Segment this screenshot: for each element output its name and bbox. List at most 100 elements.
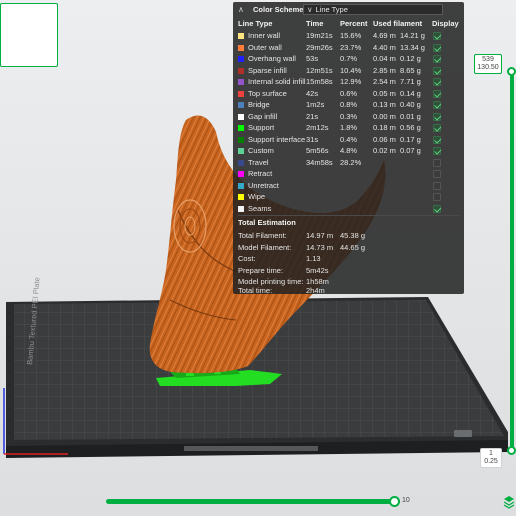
display-checkbox[interactable]: [433, 66, 441, 75]
line-type-time: 31s: [306, 134, 319, 144]
header-time: Time: [306, 19, 324, 28]
line-type-filament: [373, 168, 377, 180]
line-type-name: Internal solid infill: [248, 77, 306, 86]
line-type-filament: 0.00 m 0.01 g: [373, 111, 421, 123]
filament-weight: 0.12 g: [399, 54, 421, 63]
legend-row: Custom 5m56s 4.8% 0.02 m 0.07 g: [233, 145, 464, 157]
line-type-percent: 10.4%: [340, 65, 362, 75]
filament-weight: 13.34 g: [399, 42, 425, 52]
line-type-name: Outer wall: [248, 42, 282, 52]
move-slider[interactable]: [106, 499, 394, 504]
display-checkbox[interactable]: [433, 193, 441, 201]
display-checkbox[interactable]: [433, 89, 441, 98]
color-swatch: [238, 79, 244, 85]
bottom-layer-readout: 1 0.25: [480, 448, 502, 468]
line-type-percent: 0.7%: [340, 54, 358, 63]
legend-row: Inner wall 19m21s 15.6% 4.69 m 14.21 g: [233, 30, 464, 42]
display-checkbox[interactable]: [433, 78, 441, 86]
display-checkbox[interactable]: [433, 135, 441, 144]
display-checkbox[interactable]: [433, 204, 441, 213]
filament-length: 0.00 m: [373, 111, 396, 121]
line-type-filament: 0.13 m 0.40 g: [373, 99, 421, 111]
collapse-icon[interactable]: ∧: [238, 2, 244, 17]
prepare-time-label: Prepare time:: [238, 265, 284, 275]
display-checkbox[interactable]: [433, 124, 441, 132]
display-checkbox[interactable]: [433, 101, 441, 109]
legend-divider: [238, 215, 459, 216]
line-type-time: 5m56s: [306, 146, 329, 155]
bottom-layer-number: 1: [489, 450, 493, 457]
line-type-percent: 15.6%: [340, 31, 362, 40]
color-swatch: [238, 182, 244, 189]
layer-slider-top-handle[interactable]: [507, 67, 516, 76]
legend-row: Internal solid infill 15m58s 12.9% 2.54 m 7.…: [233, 76, 464, 88]
filament-weight: 7.71 g: [399, 77, 421, 86]
color-swatch: [238, 56, 244, 62]
legend-row: Wipe: [233, 191, 464, 203]
layer-range-slider[interactable]: [510, 70, 514, 450]
display-checkbox[interactable]: [433, 112, 441, 121]
display-checkbox[interactable]: [433, 181, 441, 190]
line-type-name: Bridge: [248, 100, 270, 109]
bottom-layer-height: 0.25: [484, 458, 498, 465]
filament-length: 0.04 m: [373, 54, 396, 63]
total-filament-label: Total Filament:: [238, 231, 287, 240]
legend-row: Seams: [233, 203, 464, 215]
line-type-time: 1m2s: [306, 100, 325, 109]
color-swatch: [238, 205, 244, 212]
filament-length: 0.02 m: [373, 146, 396, 155]
filament-weight: 0.01 g: [399, 111, 421, 121]
model-filament-length: 14.73 m: [306, 242, 334, 252]
top-layer-readout: 539 130.50: [474, 54, 502, 74]
filament-weight: 0.56 g: [399, 123, 421, 132]
line-type-filament: 0.06 m 0.17 g: [373, 134, 421, 146]
filament-weight: 0.40 g: [399, 100, 421, 109]
color-scheme-bar: ∧ Color Scheme ∨ Line Type: [233, 2, 464, 17]
line-type-filament: 0.18 m 0.56 g: [373, 122, 421, 134]
line-type-filament: 2.54 m 7.71 g: [373, 76, 421, 88]
line-type-percent: 0.8%: [340, 100, 358, 109]
color-scheme-value: Line Type: [315, 5, 348, 14]
display-checkbox[interactable]: [433, 147, 441, 155]
line-type-name: Wipe: [248, 192, 266, 201]
layers-icon[interactable]: [503, 495, 515, 509]
display-checkbox[interactable]: [433, 32, 441, 40]
legend-row: Top surface 42s 0.6% 0.05 m 0.14 g: [233, 88, 464, 100]
line-type-percent: 12.9%: [340, 77, 362, 86]
plate-index: 1: [8, 14, 12, 21]
line-type-filament: 0.05 m 0.14 g: [373, 88, 421, 100]
legend-row: Sparse infill 12m51s 10.4% 2.85 m 8.65 g: [233, 65, 464, 77]
color-swatch: [238, 171, 244, 177]
filament-length: 0.18 m: [373, 123, 396, 132]
legend-row: Retract: [233, 168, 464, 180]
line-type-time: 21s: [306, 111, 319, 121]
line-type-percent: 0.4%: [340, 134, 358, 144]
filament-length: 4.40 m: [373, 42, 396, 52]
line-type-name: Sparse infill: [248, 65, 287, 75]
line-type-percent: 0.3%: [340, 111, 358, 121]
top-layer-height: 130.50: [477, 64, 499, 71]
color-swatch: [238, 33, 244, 39]
color-scheme-dropdown[interactable]: ∨ Line Type: [303, 4, 443, 15]
legend-header-row: Line Type Time Percent Used filament Dis…: [233, 18, 464, 30]
display-checkbox[interactable]: [433, 158, 441, 167]
legend-row: Travel 34m58s 28.2%: [233, 157, 464, 169]
prepare-time-value: 5m42s: [306, 265, 329, 275]
total-filament-weight: 45.38 g: [340, 231, 366, 240]
move-slider-handle[interactable]: [389, 496, 400, 507]
color-swatch: [238, 148, 244, 154]
line-type-time: 53s: [306, 54, 319, 63]
color-swatch: [238, 67, 244, 74]
legend-row: Bridge 1m2s 0.8% 0.13 m 0.40 g: [233, 99, 464, 111]
color-swatch: [238, 136, 244, 143]
filament-length: 2.54 m: [373, 77, 396, 86]
display-checkbox[interactable]: [433, 55, 441, 63]
display-checkbox[interactable]: [433, 43, 441, 52]
plate-thumbnail[interactable]: 1: [0, 3, 58, 67]
display-checkbox[interactable]: [433, 170, 441, 178]
total-time-value: 2h4m: [306, 286, 325, 295]
color-swatch: [238, 125, 244, 131]
line-type-name: Gap infill: [248, 111, 278, 121]
layer-slider-bottom-handle[interactable]: [507, 446, 516, 455]
filament-length: 0.05 m: [373, 88, 396, 98]
